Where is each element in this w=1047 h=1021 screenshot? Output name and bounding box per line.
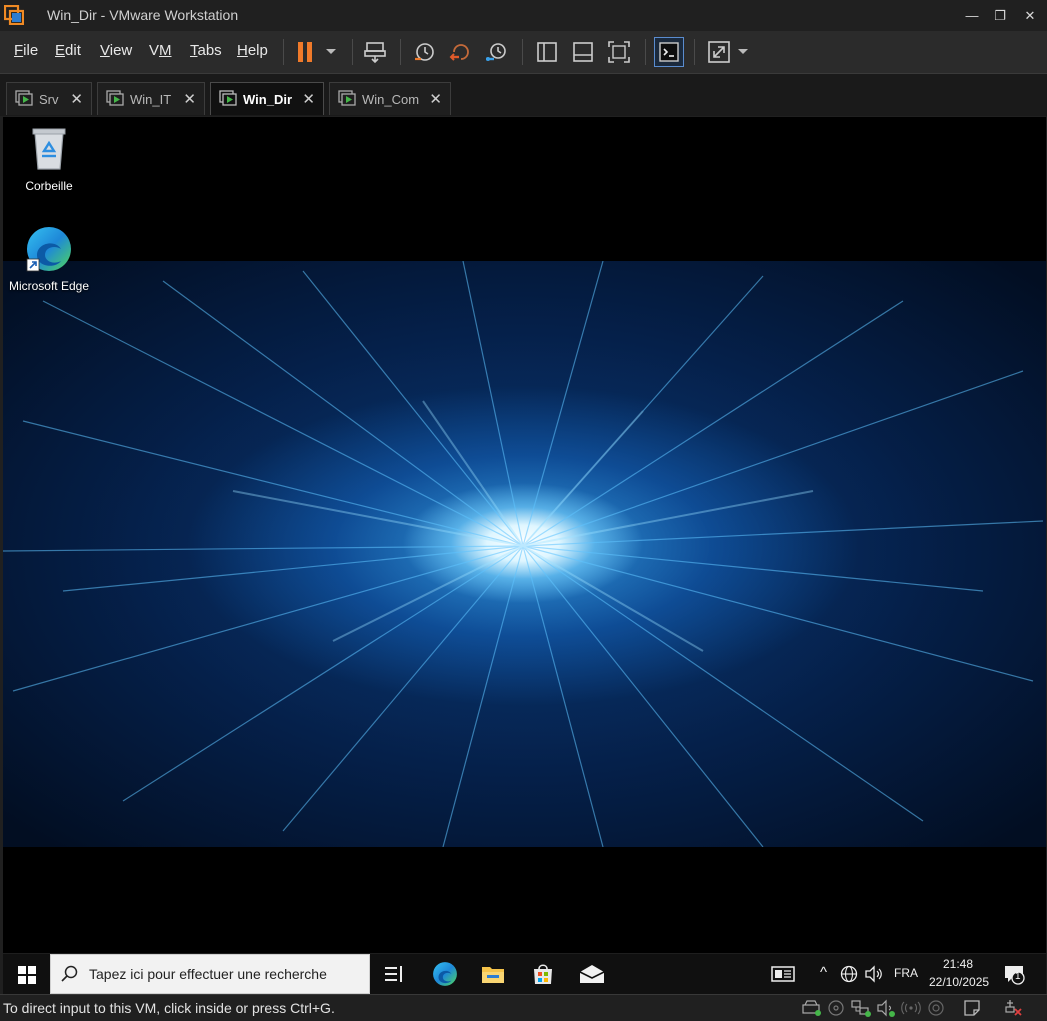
tab-label: Srv — [39, 91, 59, 107]
tray-chevron-icon[interactable]: ^ — [820, 964, 827, 981]
notification-center-icon[interactable]: 1 — [1001, 958, 1027, 990]
tab-label: Win_Dir — [243, 91, 292, 107]
wallpaper-streaks — [3, 261, 1044, 847]
thumbnail-bar-icon[interactable] — [568, 37, 598, 67]
clock-date[interactable]: 22/10/2025 — [929, 975, 989, 989]
task-view-icon[interactable] — [376, 958, 412, 990]
store-icon[interactable] — [525, 958, 561, 990]
minimize-button[interactable]: — — [957, 0, 987, 31]
edge-icon — [25, 225, 73, 273]
desktop-wallpaper — [3, 261, 1046, 847]
status-message: To direct input to this VM, click inside… — [3, 1000, 335, 1016]
tab-win-it[interactable]: Win_IT ✕ — [97, 82, 205, 115]
toolbar-separator — [694, 39, 695, 65]
menu-tabs[interactable]: Tabs — [190, 42, 222, 59]
close-button[interactable]: ✕ — [1015, 0, 1045, 31]
console-view-icon[interactable] — [654, 37, 684, 67]
guest-taskbar: Tapez ici pour effectuer une recherche ^… — [3, 953, 1046, 994]
desktop-icon-edge[interactable]: Microsoft Edge — [4, 225, 94, 293]
toolbar-separator — [352, 39, 353, 65]
toolbar-separator — [283, 39, 284, 65]
usb-device-icon[interactable] — [926, 999, 946, 1017]
vmware-logo-icon — [3, 4, 25, 26]
recycle-bin-icon — [25, 125, 73, 173]
tab-win-dir[interactable]: Win_Dir ✕ — [210, 82, 324, 115]
vm-running-icon — [219, 89, 237, 109]
network-icon[interactable] — [838, 958, 860, 990]
status-bar: To direct input to this VM, click inside… — [0, 994, 1047, 1021]
menu-toolbar: File Edit View VM Tabs Help — [0, 31, 1047, 74]
vm-running-icon — [106, 89, 124, 109]
toolbar-separator — [645, 39, 646, 65]
vm-running-icon — [338, 89, 356, 109]
desktop-icon-label: Microsoft Edge — [8, 279, 90, 293]
disconnect-device-icon[interactable] — [1002, 999, 1022, 1017]
tab-close-icon[interactable]: ✕ — [70, 90, 83, 108]
notification-count: 1 — [1015, 971, 1021, 982]
wireless-icon[interactable] — [901, 999, 921, 1017]
menu-view[interactable]: View — [100, 42, 132, 59]
send-ctrl-alt-del-icon[interactable] — [360, 37, 390, 67]
tab-close-icon[interactable]: ✕ — [302, 90, 315, 108]
tab-srv[interactable]: Srv ✕ — [6, 82, 92, 115]
revert-snapshot-icon[interactable] — [445, 37, 475, 67]
news-widget-icon[interactable] — [765, 958, 801, 990]
menu-file[interactable]: File — [14, 42, 38, 59]
mail-icon[interactable] — [574, 958, 610, 990]
restore-button[interactable]: ❐ — [985, 0, 1015, 31]
tab-label: Win_Com — [362, 91, 420, 107]
desktop-icon-label: Corbeille — [25, 179, 73, 193]
tab-label: Win_IT — [130, 91, 172, 107]
desktop-icon-recycle-bin[interactable]: Corbeille — [4, 125, 94, 193]
file-explorer-icon[interactable] — [475, 958, 511, 990]
toolbar-separator — [400, 39, 401, 65]
stretch-dropdown-icon[interactable] — [733, 37, 753, 67]
search-placeholder: Tapez ici pour effectuer une recherche — [89, 966, 327, 982]
cd-dvd-icon[interactable] — [826, 999, 846, 1017]
input-language[interactable]: FRA — [894, 966, 918, 980]
menu-vm[interactable]: VM — [149, 42, 172, 59]
pause-icon[interactable] — [292, 37, 318, 67]
dropdown-arrow-icon[interactable] — [320, 37, 342, 67]
snapshot-icon[interactable] — [409, 37, 439, 67]
vm-running-icon — [15, 89, 33, 109]
clock-time[interactable]: 21:48 — [943, 957, 973, 971]
menu-help[interactable]: Help — [237, 42, 268, 59]
title-bar: Win_Dir - VMware Workstation — ❐ ✕ — [0, 0, 1047, 31]
full-screen-icon[interactable] — [604, 37, 634, 67]
search-icon — [61, 964, 79, 985]
toolbar-separator — [522, 39, 523, 65]
tab-close-icon[interactable]: ✕ — [429, 90, 442, 108]
menu-edit[interactable]: Edit — [55, 42, 81, 59]
window-title: Win_Dir - VMware Workstation — [47, 7, 239, 23]
tab-win-com[interactable]: Win_Com ✕ — [329, 82, 451, 115]
hard-disk-icon[interactable] — [802, 999, 822, 1017]
volume-icon[interactable] — [863, 958, 885, 990]
sound-card-icon[interactable] — [876, 999, 896, 1017]
stretch-guest-icon[interactable] — [704, 37, 734, 67]
library-view-icon[interactable] — [532, 37, 562, 67]
snapshot-manager-icon[interactable] — [481, 37, 511, 67]
vm-console[interactable]: Corbeille Microsoft Edge — [3, 117, 1046, 992]
windows-start-icon[interactable] — [10, 960, 44, 990]
message-log-icon[interactable] — [962, 999, 982, 1017]
edge-icon[interactable] — [427, 958, 463, 990]
tab-close-icon[interactable]: ✕ — [183, 90, 196, 108]
taskbar-search-box[interactable]: Tapez ici pour effectuer une recherche — [50, 954, 370, 994]
network-adapter-icon[interactable] — [851, 999, 871, 1017]
vm-tab-bar: Srv ✕ Win_IT ✕ Win_Dir ✕ Win_Com ✕ — [0, 74, 1047, 116]
